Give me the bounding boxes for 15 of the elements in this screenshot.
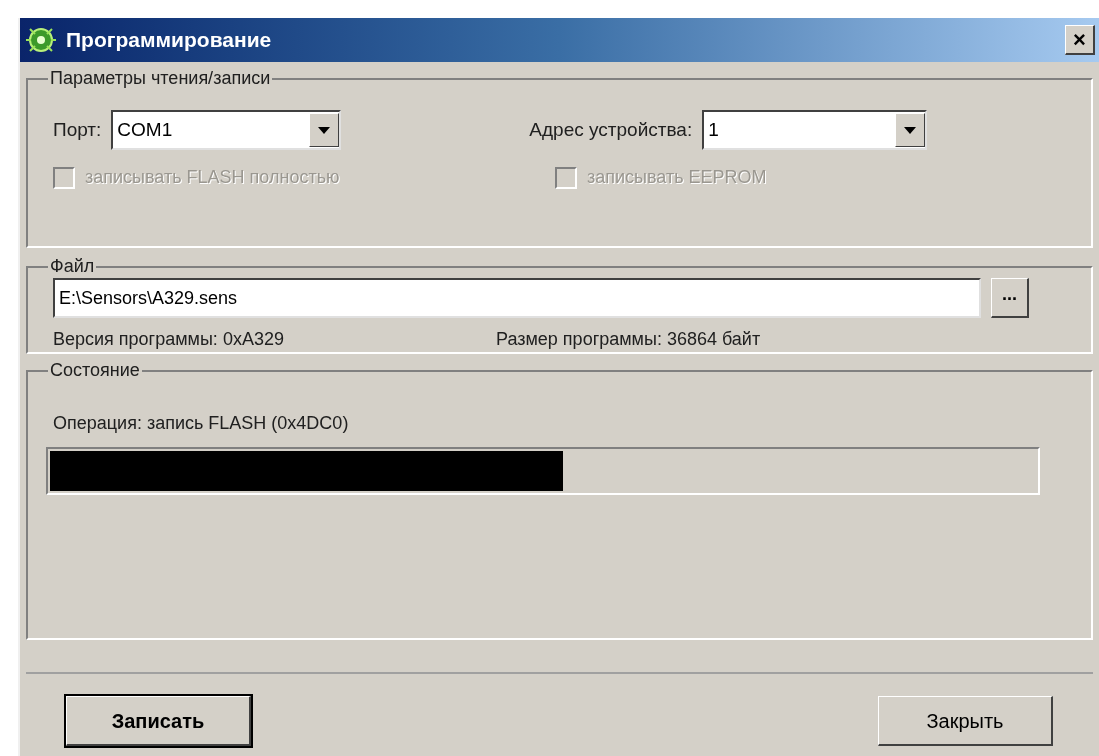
window-title: Программирование (66, 27, 273, 54)
port-label: Порт: (53, 117, 102, 142)
address-dropdown[interactable]: 1 (702, 110, 928, 150)
operation-text: Операция: запись FLASH (0x4DC0) (53, 412, 350, 435)
dialog-button[interactable]: Записать (66, 696, 251, 746)
checkbox-label: записывать EEPROM (587, 166, 767, 189)
version-text: Версия программы: 0xA329 (53, 328, 285, 351)
port-dropdown[interactable]: COM1 (111, 110, 342, 150)
size-text: Размер программы: 36864 байт (496, 328, 761, 351)
checkbox-label: записывать FLASH полностью (85, 166, 340, 189)
browse-button[interactable]: ... (991, 278, 1029, 318)
dialog-button[interactable]: Закрыть (878, 696, 1053, 746)
file-path-field[interactable]: E:\Sensors\A329.sens (53, 278, 981, 318)
close-button[interactable]: × (1065, 25, 1095, 55)
address-label: Адрес устройства: (529, 117, 693, 142)
